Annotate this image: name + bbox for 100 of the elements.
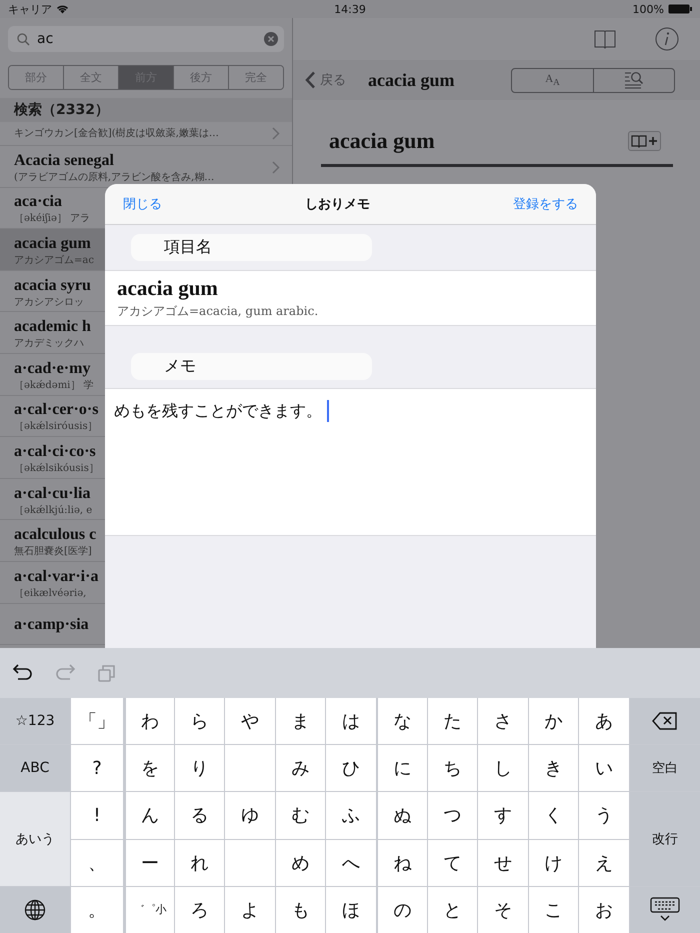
entry-subtitle: ［əkǽdəmi］ 学 [14, 378, 94, 393]
keyboard-key[interactable]: ! [71, 792, 123, 839]
save-button[interactable]: 登録をする [513, 195, 578, 213]
keyboard-key[interactable]: ち [428, 745, 478, 792]
keyboard-key[interactable]: に [378, 745, 427, 792]
keyboard-key[interactable]: 。 [71, 886, 123, 933]
undo-icon[interactable] [12, 663, 34, 683]
book-plus-icon [630, 134, 658, 148]
delete-icon [652, 712, 678, 730]
keyboard-key[interactable]: の [378, 886, 427, 933]
close-button[interactable]: 閉じる [123, 195, 162, 213]
keyboard-key[interactable]: 、 [71, 840, 123, 886]
keyboard-key[interactable]: む [276, 792, 326, 839]
keyboard-key[interactable]: み [276, 745, 326, 792]
keyboard-key[interactable]: う [579, 792, 629, 839]
keyboard-key[interactable]: ふ [326, 792, 376, 839]
add-bookmark-button[interactable] [628, 131, 661, 151]
entry-subtitle: アカシアゴム=ac [14, 254, 94, 268]
keyboard-key[interactable]: け [528, 840, 578, 886]
keyboard-key[interactable]: そ [478, 886, 528, 933]
keyboard-key[interactable]: ぬ [378, 792, 427, 839]
entry-title: a·cad·e·my [14, 358, 90, 379]
keyboard-key[interactable]: え [579, 840, 629, 886]
entry-subtitle: キンゴウカン[金合歓](樹皮は収斂薬,嫩葉は… [14, 126, 219, 140]
section-header: メモ [131, 353, 372, 380]
keyboard-key[interactable]: か [528, 698, 578, 744]
entry-subtitle: アカシアシロッ [14, 296, 84, 310]
keyboard-key[interactable]: 「」 [71, 698, 123, 744]
keyboard-key[interactable]: ね [378, 840, 427, 886]
keyboard-key[interactable]: は [326, 698, 376, 744]
search-icon [17, 32, 30, 46]
keyboard-key[interactable]: へ [326, 840, 376, 886]
keyboard-icon [650, 896, 680, 923]
entry-title: a·cal·var·i·a [14, 566, 98, 587]
dialog-title: しおりメモ [305, 196, 370, 213]
entry-subtitle: ［əkǽlkjú:liə, e [14, 504, 92, 518]
keyboard-key[interactable]: ? [71, 745, 123, 792]
entry-title: Acacia senegal [14, 150, 114, 171]
keyboard-key[interactable]: せ [478, 840, 528, 886]
chevron-left-icon [305, 71, 316, 89]
keyboard-key[interactable]: よ [225, 886, 275, 933]
entry-title: acalculous c [14, 525, 96, 546]
entry-title: acacia syru [14, 276, 91, 296]
keyboard-key[interactable]: て [428, 840, 478, 886]
memo-field[interactable]: めもを残すことができます。 [105, 388, 596, 536]
keyboard-key[interactable]: を [126, 745, 174, 792]
keyboard-key[interactable]: お [579, 886, 629, 933]
entry-title: acacia gum [14, 234, 91, 254]
keyboard-key[interactable]: い [579, 745, 629, 792]
search-field[interactable]: ac [8, 26, 284, 52]
keyboard-key[interactable]: す [478, 792, 528, 839]
entry-title: a·cal·cer·o·s [14, 400, 98, 420]
keyboard-key[interactable]: あ [579, 698, 629, 744]
keyboard-key[interactable]: ひ [326, 745, 376, 792]
book-icon[interactable] [594, 30, 616, 48]
keyboard-key[interactable]: な [378, 698, 427, 744]
entry-subtitle: 無石胆嚢炎[医学] [14, 545, 92, 560]
keyboard-key[interactable]: ゛゜小 [126, 886, 174, 933]
keyboard-key[interactable]: れ [174, 840, 224, 886]
entry-subtitle: ［əkǽlsiróusis］ [14, 420, 98, 434]
headword: acacia gum [329, 128, 435, 154]
carrier-label: キャリア [8, 2, 52, 16]
keyboard-key[interactable]: き [528, 745, 578, 792]
keyboard-key[interactable]: さ [478, 698, 528, 744]
keyboard-key[interactable]: た [428, 698, 478, 744]
keyboard-key[interactable]: ま [276, 698, 326, 744]
keyboard-key[interactable]: る [174, 792, 224, 839]
mode-key[interactable]: あいう [0, 792, 70, 886]
keyboard-key[interactable]: ん [126, 792, 174, 839]
text-cursor [327, 400, 329, 422]
clear-icon[interactable] [264, 32, 278, 46]
entry-title: aca·cia [14, 192, 62, 212]
keyboard-key[interactable]: わ [126, 698, 174, 744]
keyboard-key[interactable]: り [174, 745, 224, 792]
entry-subtitle: ［eikælvéəriə, [14, 586, 86, 601]
battery-percent: 100% [632, 2, 664, 16]
keyboard-key[interactable]: め [276, 840, 326, 886]
keyboard-key[interactable]: ら [174, 698, 224, 744]
wifi-icon [56, 4, 69, 14]
keyboard-key[interactable]: ほ [326, 886, 376, 933]
entry-subtitle: ［əkǽlsikóusis］ [14, 462, 99, 476]
entry-subtitle: ［əkéiʃiə］ アラ [14, 212, 90, 226]
keyboard-key[interactable]: し [478, 745, 528, 792]
results-header: 検索（2332） [0, 98, 292, 122]
entry-subtitle: (アラビアゴムの原料,アラビン酸を含み,糊… [14, 170, 214, 185]
info-icon[interactable] [655, 27, 679, 51]
keyboard-key[interactable]: こ [528, 886, 578, 933]
clock: 14:39 [334, 2, 366, 16]
keyboard-key[interactable]: と [428, 886, 478, 933]
keyboard-key[interactable]: ろ [174, 886, 224, 933]
entry-subtitle: アカデミックハ [14, 337, 84, 352]
keyboard-key[interactable]: く [528, 792, 578, 839]
keyboard-key[interactable]: ー [126, 840, 174, 886]
keyboard-key[interactable]: ゆ [225, 792, 275, 839]
entry-subtitle: アカシアゴム=acacia, gum arabic. [117, 303, 320, 320]
keyboard-key[interactable]: も [276, 886, 326, 933]
list-item[interactable]: キンゴウカン[金合歓](樹皮は収斂薬,嫩葉は… [0, 122, 292, 146]
keyboard-key[interactable]: つ [428, 792, 478, 839]
keyboard-key[interactable]: や [225, 698, 275, 744]
entry-title: academic h [14, 317, 91, 338]
